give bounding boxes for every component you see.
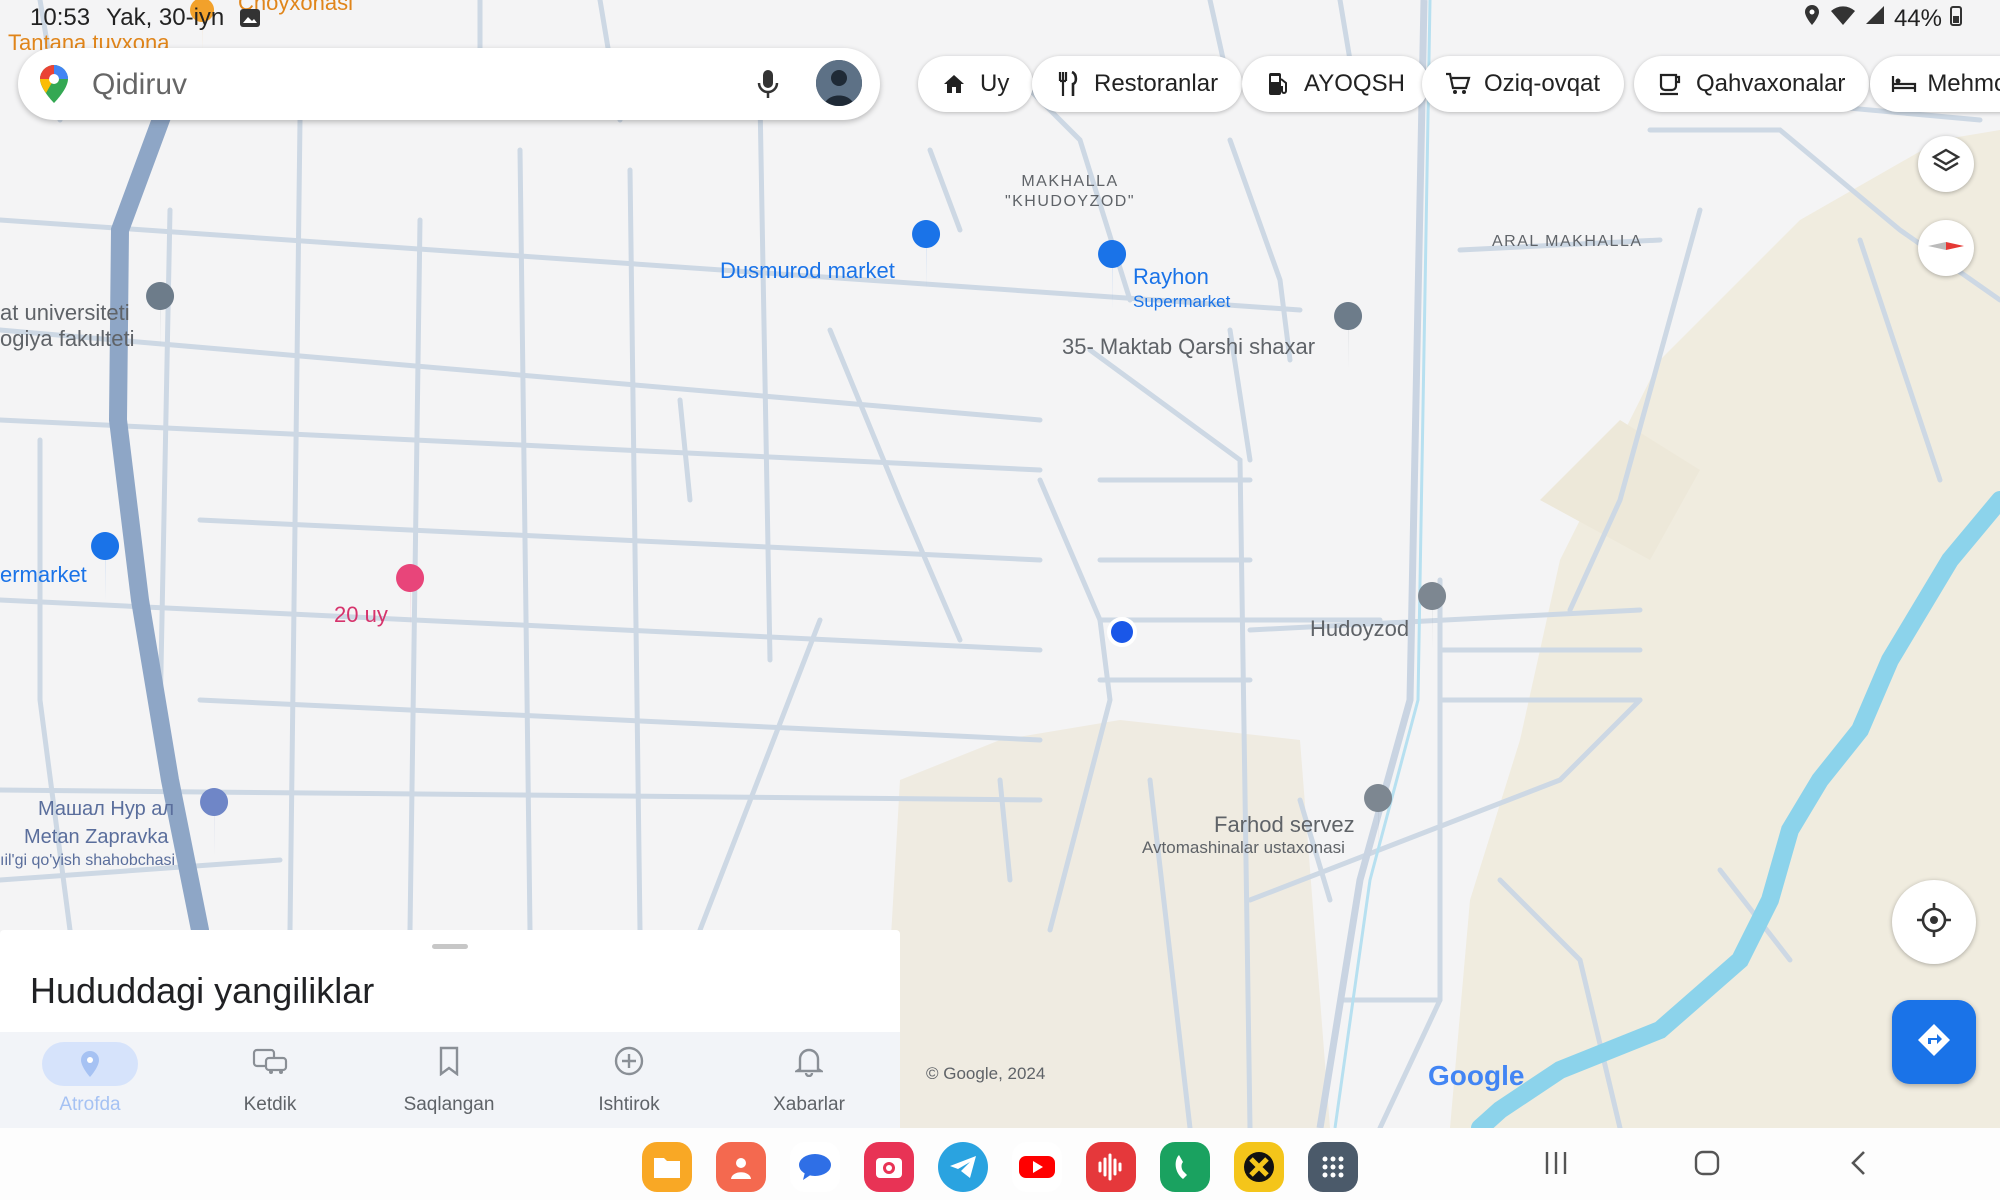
map-label-hudoyzod[interactable]: Hudoyzod xyxy=(1310,616,1409,642)
map-label-20-uy[interactable]: 20 uy xyxy=(334,602,388,628)
map-label-farhod-sub: Avtomashinalar ustaxonasi xyxy=(1142,838,1345,857)
nav-label: Saqlangan xyxy=(403,1094,495,1115)
directions-icon xyxy=(1916,1022,1952,1063)
chip-label: Uy xyxy=(980,70,1010,97)
compass-icon xyxy=(1926,236,1966,261)
location-pin-icon xyxy=(42,1042,138,1086)
game-app-icon[interactable] xyxy=(1234,1142,1284,1192)
nav-item-go[interactable]: Ketdik xyxy=(195,1042,345,1116)
messages-app-icon[interactable] xyxy=(790,1142,840,1192)
app-drawer-icon[interactable] xyxy=(1308,1142,1358,1192)
map-label-farhod[interactable]: Farhod servez xyxy=(1214,812,1355,838)
map-label-maktab[interactable]: 35- Maktab Qarshi shaxar xyxy=(1062,334,1315,360)
nav-label: Xabarlar xyxy=(773,1094,845,1115)
chip-cafes[interactable]: Qahvaxonalar xyxy=(1634,56,1870,112)
my-location-button[interactable] xyxy=(1892,880,1976,964)
voice-recorder-app-icon[interactable] xyxy=(1086,1142,1136,1192)
taskbar xyxy=(0,1128,2000,1200)
search-input[interactable]: Qidiruv xyxy=(92,68,187,102)
map-copyright: © Google, 2024 xyxy=(926,1064,1046,1083)
battery-icon xyxy=(1950,4,1962,33)
camera-app-icon[interactable] xyxy=(864,1142,914,1192)
bookmark-icon xyxy=(437,1046,461,1082)
signal-icon xyxy=(1864,4,1886,33)
status-time: 10:53 xyxy=(30,4,91,31)
map-label-mashal-2[interactable]: Metan Zapravka xyxy=(24,826,169,849)
map-label-rayhon-sub: Supermarket xyxy=(1133,292,1231,311)
layers-icon xyxy=(1931,147,1961,182)
map-label-mashal-3: ıil'gi qo'yish shahobchasi xyxy=(0,852,176,869)
nav-item-updates[interactable]: Xabarlar xyxy=(734,1042,884,1116)
maps-logo-icon xyxy=(38,64,70,109)
chip-home[interactable]: Uy xyxy=(918,56,1034,112)
map-label-dusmurod-market[interactable]: Dusmurod market xyxy=(720,258,895,284)
contacts-app-icon[interactable] xyxy=(716,1142,766,1192)
chip-label: Oziq-ovqat xyxy=(1484,70,1601,97)
map-label-mashal-1[interactable]: Машал Нур ал xyxy=(38,798,174,821)
shopping-cart-icon xyxy=(1438,72,1478,96)
bell-icon xyxy=(793,1045,825,1083)
files-app-icon[interactable] xyxy=(642,1142,692,1192)
map-label-supermarket-left[interactable]: ermarket xyxy=(0,562,87,588)
nav-label: Ishtirok xyxy=(598,1094,660,1115)
gas-station-icon xyxy=(1258,71,1298,97)
add-circle-icon xyxy=(613,1045,645,1083)
map-area-makhalla: MAKHALLA "KHUDOYZOD" xyxy=(1000,172,1140,212)
gallery-notification-icon xyxy=(238,6,262,37)
chip-grocery[interactable]: Oziq-ovqat xyxy=(1422,56,1625,112)
nav-label: Atrofda xyxy=(59,1094,121,1115)
map-label-rayhon[interactable]: Rayhon xyxy=(1133,264,1209,290)
crosshair-icon xyxy=(1916,902,1952,943)
home-button[interactable] xyxy=(1692,1148,1722,1183)
map-label-university-1[interactable]: at universiteti xyxy=(0,300,130,326)
recent-apps-button[interactable] xyxy=(1542,1148,1570,1183)
bottom-navigation: Atrofda Ketdik Saqlangan Ishtirok Xabarl… xyxy=(0,1032,900,1128)
coffee-icon xyxy=(1650,72,1690,96)
chip-label: AYOQSH xyxy=(1304,70,1405,97)
battery-percent: 44% xyxy=(1893,4,1942,32)
makhalla-line1: MAKHALLA xyxy=(1021,173,1119,190)
hotel-icon xyxy=(1886,74,1921,94)
phone-app-icon[interactable] xyxy=(1160,1142,1210,1192)
back-button[interactable] xyxy=(1846,1148,1870,1183)
microphone-icon[interactable] xyxy=(756,68,780,105)
avatar[interactable] xyxy=(816,60,862,106)
nav-item-contribute[interactable]: Ishtirok xyxy=(554,1042,704,1116)
restaurant-icon xyxy=(1048,71,1088,97)
commute-icon xyxy=(252,1046,288,1082)
chip-restaurants[interactable]: Restoranlar xyxy=(1032,56,1243,112)
nav-label: Ketdik xyxy=(243,1094,297,1115)
status-bar: 10:53 Yak, 30-iyn 44% xyxy=(0,0,2000,36)
sheet-drag-handle[interactable] xyxy=(432,944,468,949)
status-date: Yak, 30-iyn xyxy=(106,4,225,31)
google-logo: Google xyxy=(1428,1060,1525,1091)
directions-button[interactable] xyxy=(1892,1000,1976,1084)
sheet-title: Hududdagi yangiliklar xyxy=(30,970,375,1011)
chip-label: Qahvaxonalar xyxy=(1696,70,1846,97)
search-bar[interactable]: Qidiruv xyxy=(18,48,880,120)
nav-item-explore[interactable]: Atrofda xyxy=(15,1042,165,1116)
nav-item-saved[interactable]: Saqlangan xyxy=(374,1042,524,1116)
map-area-aral: ARAL MAKHALLA xyxy=(1492,233,1643,250)
chip-hotels[interactable]: Mehmc xyxy=(1870,56,2000,112)
chip-label: Mehmc xyxy=(1927,70,2000,97)
location-status-icon xyxy=(1802,4,1822,33)
layers-button[interactable] xyxy=(1918,136,1974,192)
chip-label: Restoranlar xyxy=(1094,70,1219,97)
home-icon xyxy=(934,73,974,95)
wifi-icon xyxy=(1830,4,1856,33)
compass-button[interactable] xyxy=(1918,220,1974,276)
makhalla-line2: "KHUDOYZOD" xyxy=(1004,193,1136,210)
telegram-app-icon[interactable] xyxy=(938,1142,988,1192)
chip-gas[interactable]: AYOQSH xyxy=(1242,56,1429,112)
youtube-app-icon[interactable] xyxy=(1012,1142,1062,1192)
map-label-university-2[interactable]: ogiya fakulteti xyxy=(0,326,135,352)
